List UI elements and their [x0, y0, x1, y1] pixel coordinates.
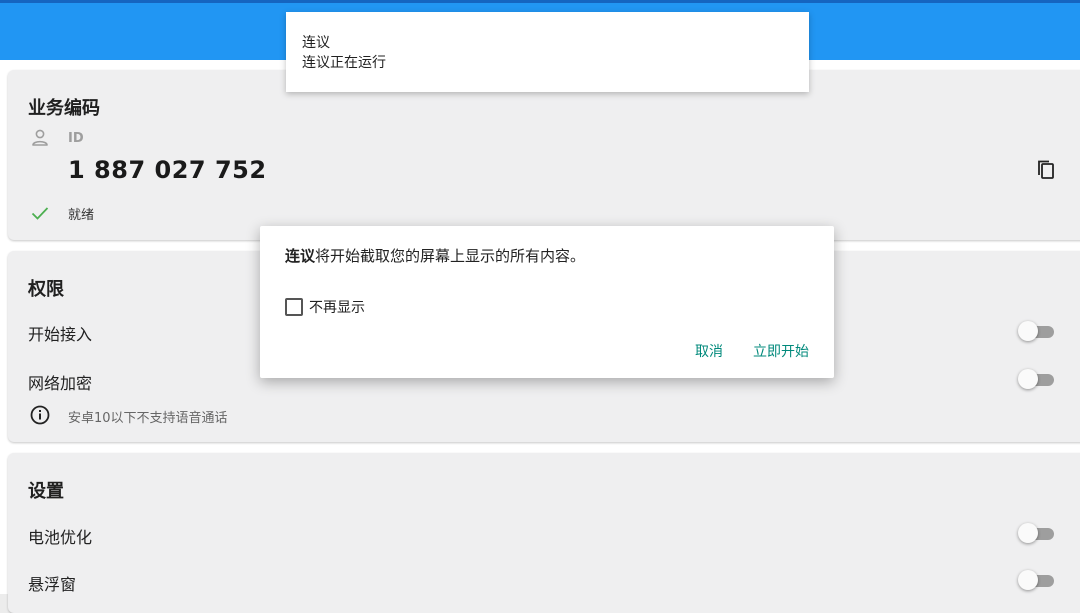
network-encryption-switch[interactable] [1018, 368, 1056, 390]
id-value: 1 887 027 752 [68, 156, 267, 184]
switch-thumb [1018, 369, 1038, 389]
settings-card: 设置 电池优化 悬浮窗 [8, 453, 1080, 613]
network-encryption-label: 网络加密 [28, 374, 93, 393]
start-access-label: 开始接入 [28, 325, 93, 344]
notification-text: 连议正在运行 [302, 55, 386, 71]
settings-title: 设置 [28, 481, 64, 502]
business-code-card: 业务编码 ID 1 887 027 752 就绪 [8, 70, 1080, 240]
person-icon [32, 129, 48, 146]
cancel-button[interactable]: 取消 [695, 341, 723, 361]
floating-window-switch[interactable] [1018, 569, 1056, 591]
dialog-message-text: 将开始截取您的屏幕上显示的所有内容。 [315, 247, 586, 265]
running-notification[interactable]: 连议 连议正在运行 [286, 12, 809, 92]
dialog-app-name: 连议 [285, 247, 316, 265]
info-icon [30, 405, 50, 425]
id-label: ID [68, 131, 84, 146]
start-access-switch[interactable] [1018, 320, 1056, 342]
permissions-title: 权限 [28, 279, 64, 300]
battery-optimization-switch[interactable] [1018, 522, 1056, 544]
dont-show-again-checkbox[interactable] [285, 298, 303, 316]
status-text: 就绪 [68, 208, 95, 223]
battery-optimization-label: 电池优化 [28, 528, 93, 547]
business-code-title: 业务编码 [28, 98, 100, 119]
check-icon [31, 207, 49, 220]
dont-show-again-label[interactable]: 不再显示 [309, 297, 365, 317]
switch-thumb [1018, 321, 1038, 341]
dialog-message: 连议将开始截取您的屏幕上显示的所有内容。 [285, 245, 585, 266]
start-now-button[interactable]: 立即开始 [753, 341, 809, 361]
copy-icon[interactable] [1034, 158, 1058, 182]
switch-thumb [1018, 523, 1038, 543]
notification-title: 连议 [302, 35, 330, 51]
info-text: 安卓10以下不支持语音通话 [68, 411, 228, 426]
switch-thumb [1018, 570, 1038, 590]
screen-capture-dialog: 连议将开始截取您的屏幕上显示的所有内容。 不再显示 取消 立即开始 [260, 226, 834, 378]
floating-window-label: 悬浮窗 [28, 575, 77, 594]
